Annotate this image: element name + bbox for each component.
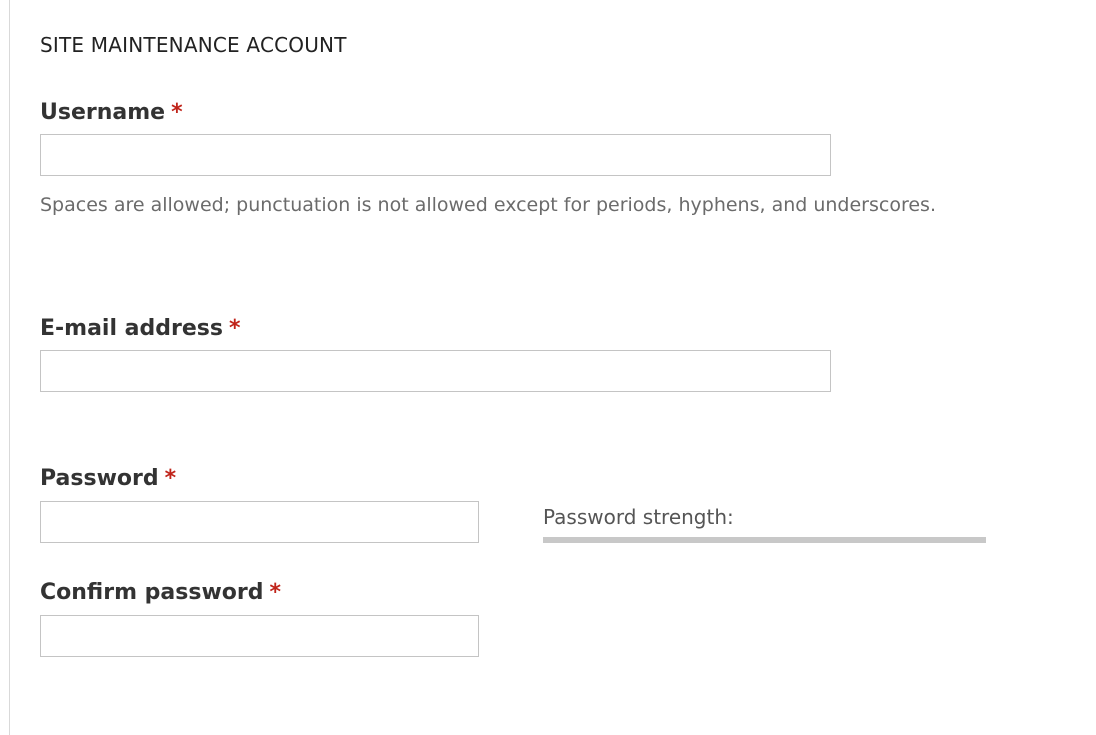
confirm-password-label-text: Confirm password	[40, 580, 264, 605]
email-required-marker: *	[228, 316, 241, 341]
left-border-rule	[9, 0, 10, 735]
username-label: Username *	[40, 100, 183, 125]
username-help-text: Spaces are allowed; punctuation is not a…	[40, 194, 936, 216]
section-title: SITE MAINTENANCE ACCOUNT	[40, 33, 347, 57]
email-input[interactable]	[40, 350, 831, 392]
confirm-password-label: Confirm password *	[40, 580, 281, 605]
username-label-text: Username	[40, 100, 166, 125]
password-label: Password *	[40, 466, 176, 491]
username-required-marker: *	[171, 100, 183, 125]
email-label: E-mail address *	[40, 316, 241, 341]
password-strength-meter	[543, 537, 986, 543]
confirm-password-input[interactable]	[40, 615, 479, 657]
password-label-text: Password	[40, 466, 159, 491]
password-strength-label: Password strength:	[543, 505, 734, 529]
email-label-text: E-mail address	[40, 316, 223, 341]
username-input[interactable]	[40, 134, 831, 176]
password-required-marker: *	[164, 466, 177, 491]
confirm-password-required-marker: *	[269, 580, 281, 605]
password-input[interactable]	[40, 501, 479, 543]
